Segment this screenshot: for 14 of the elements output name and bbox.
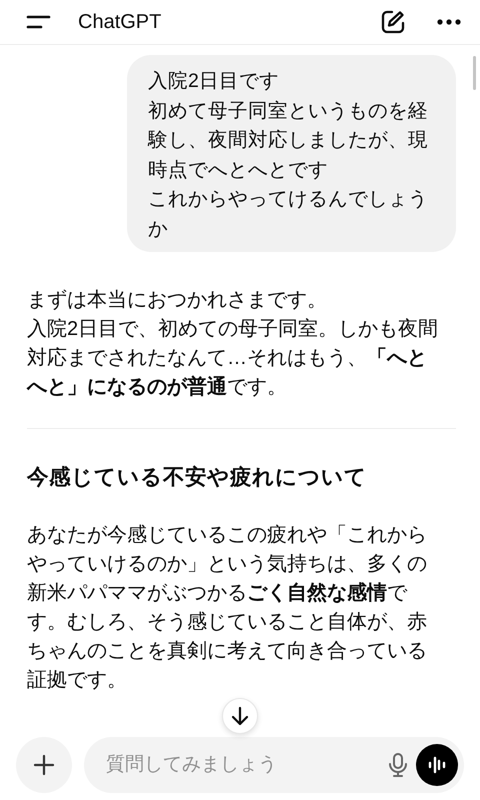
- voice-button[interactable]: [416, 744, 458, 786]
- user-message: 入院2日目です 初めて母子同室というものを経験し、夜間対応しましたが、現時点でへとへとです これからやってけるんでしょうか: [127, 55, 456, 252]
- arrow-down-icon: [230, 705, 250, 727]
- app-title: ChatGPT: [78, 10, 162, 34]
- section-heading: 今感じている不安や疲れについて: [27, 464, 368, 491]
- plus-icon: [33, 754, 55, 776]
- reply-paragraph: まずは本当におつかれさまです。 入院2日目で、初めての母子同室。しかも夜間対応までされたなんて…それはもう、「へとへと」になるのが普通です。: [27, 288, 440, 400]
- waveform-icon: [427, 756, 447, 774]
- microphone-icon[interactable]: [388, 752, 408, 778]
- scroll-down-button[interactable]: [222, 698, 258, 734]
- message-input[interactable]: 質問してみましょう: [104, 753, 380, 777]
- scrollbar: [473, 56, 476, 90]
- message-field[interactable]: 質問してみましょう: [84, 737, 464, 793]
- reply-paragraph: あなたが今感じているこの疲れや「これからやっていけるのか」という気持ちは、多くの新米パパママがぶつかるごく自然な感情です。むしろ、そう感じていること自体が、赤ちゃんのことを真剣に考えて向き合っている証拠です。: [27, 523, 428, 693]
